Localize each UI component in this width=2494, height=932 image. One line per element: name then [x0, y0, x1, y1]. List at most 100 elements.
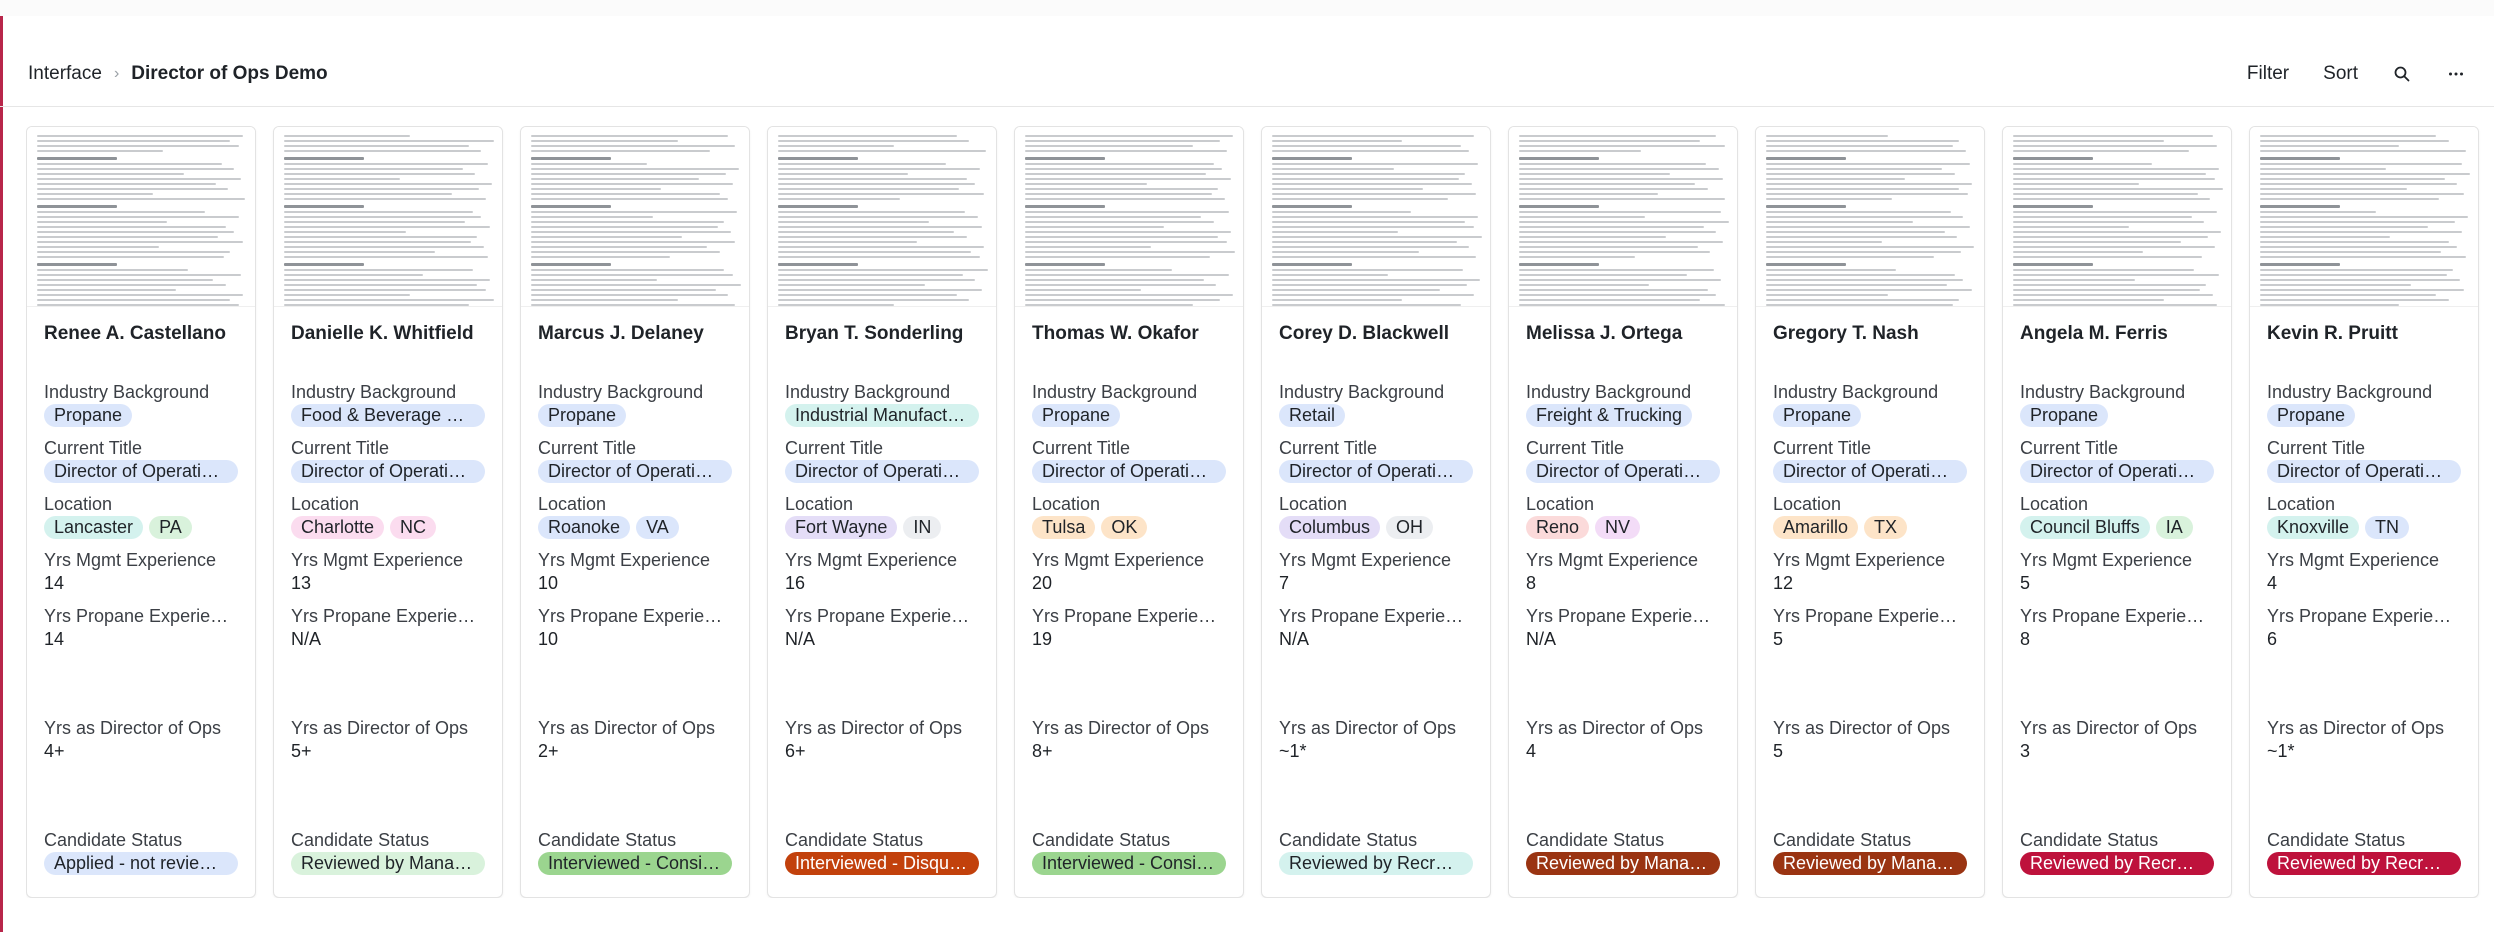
candidate-card[interactable]: Gregory T. Nash Industry Background Prop… [1755, 126, 1985, 898]
resume-text-line [2013, 193, 2198, 195]
resume-text-line [2013, 226, 2129, 228]
resume-text-line [1766, 263, 1846, 266]
field-label-title: Current Title [2020, 438, 2119, 458]
state-chip: IN [903, 516, 942, 539]
resume-text-line [1519, 246, 1698, 248]
resume-text-line [1766, 183, 1972, 185]
propane-value: N/A [1526, 629, 1557, 649]
sort-button[interactable]: Sort [2323, 63, 2358, 85]
field-label-location: Location [1032, 494, 1101, 514]
candidate-name: Thomas W. Okafor [1032, 323, 1199, 344]
resume-text-line [2260, 241, 2449, 243]
resume-text-line [2013, 183, 2139, 185]
field-director: Yrs as Director of Ops 2+ [538, 717, 732, 763]
resume-text-line [1766, 157, 1846, 160]
field-label-status: Candidate Status [785, 830, 924, 850]
resume-text-line [1025, 304, 1193, 306]
candidate-card[interactable]: Renee A. Castellano Industry Background … [26, 126, 256, 898]
candidate-gallery: Renee A. Castellano Industry Background … [26, 126, 2494, 898]
field-label-propane: Yrs Propane Experience [291, 606, 485, 626]
resume-text-line [1766, 173, 1955, 175]
resume-text-line [284, 284, 478, 286]
resume-text-line [1766, 150, 1966, 152]
title-chip: Director of Operations [538, 460, 732, 483]
resume-text-line [531, 274, 733, 276]
resume-text-line [284, 226, 490, 228]
status-chip: Interviewed - Disqualified [785, 852, 979, 875]
resume-text-line [37, 135, 243, 137]
breadcrumb-root[interactable]: Interface [28, 63, 102, 85]
field-status: Candidate Status Interviewed - Consider [1032, 829, 1226, 876]
resume-text-line [778, 256, 980, 258]
candidate-name: Danielle K. Whitfield [291, 323, 474, 344]
resume-text-line [284, 256, 488, 258]
director-value: 4+ [44, 741, 65, 761]
resume-text-line [531, 157, 611, 160]
resume-text-line [2260, 294, 2437, 296]
candidate-card[interactable]: Kevin R. Pruitt Industry Background Prop… [2249, 126, 2479, 898]
field-label-industry: Industry Background [1773, 382, 1939, 402]
resume-text-line [778, 221, 930, 223]
resume-text-line [531, 198, 729, 200]
field-industry: Industry Background Industrial Manufactu… [785, 381, 979, 428]
candidate-card[interactable]: Thomas W. Okafor Industry Background Pro… [1014, 126, 1244, 898]
resume-text-line [37, 279, 214, 281]
resume-text-line [1519, 256, 1635, 258]
field-label-status: Candidate Status [1773, 830, 1912, 850]
resume-text-line [531, 188, 662, 190]
resume-text-line [2013, 188, 2223, 190]
field-label-propane: Yrs Propane Experience [1279, 606, 1473, 626]
resume-text-line [284, 205, 364, 208]
candidate-card[interactable]: Marcus J. Delaney Industry Background Pr… [520, 126, 750, 898]
resume-text-line [37, 294, 243, 296]
filter-button[interactable]: Filter [2247, 63, 2289, 85]
header-bar: Interface › Director of Ops Demo Filter … [0, 44, 2494, 104]
resume-text-line [1272, 299, 1403, 301]
resume-text-line [1272, 178, 1459, 180]
mgmt-value: 13 [291, 573, 312, 593]
field-label-director: Yrs as Director of Ops [1279, 718, 1457, 738]
resume-text-line [778, 198, 900, 200]
resume-text-line [1025, 294, 1233, 296]
resume-text-line [1766, 205, 1846, 208]
field-director: Yrs as Director of Ops 8+ [1032, 717, 1226, 763]
field-label-status: Candidate Status [44, 830, 183, 850]
resume-text-line [778, 163, 946, 165]
resume-text-line [2260, 269, 2454, 271]
field-title: Current Title Director of Operations [2020, 437, 2214, 484]
resume-text-line [1272, 188, 1424, 190]
candidate-card[interactable]: Danielle K. Whitfield Industry Backgroun… [273, 126, 503, 898]
field-industry: Industry Background Propane [1032, 381, 1226, 428]
resume-text-line [1766, 304, 1953, 306]
resume-text-line [1025, 183, 1147, 185]
resume-text-line [1519, 163, 1706, 165]
field-location: Location Fort Wayne IN [785, 493, 979, 540]
resume-text-line [531, 241, 735, 243]
more-icon[interactable] [2446, 64, 2466, 84]
candidate-card[interactable]: Melissa J. Ortega Industry Background Fr… [1508, 126, 1738, 898]
resume-text-line [778, 246, 984, 248]
resume-text-line [1519, 289, 1708, 291]
breadcrumb: Interface › Director of Ops Demo [28, 63, 328, 85]
resume-text-line [1272, 163, 1478, 165]
title-chip: Director of Operations [2267, 460, 2461, 483]
resume-text-line [531, 256, 670, 258]
resume-text-line [1025, 246, 1151, 248]
resume-text-line [37, 221, 168, 223]
search-icon[interactable] [2392, 64, 2412, 84]
resume-text-line [1766, 221, 1913, 223]
candidate-name: Gregory T. Nash [1773, 323, 1919, 344]
resume-text-line [284, 140, 494, 142]
candidate-card[interactable]: Bryan T. Sonderling Industry Background … [767, 126, 997, 898]
field-label-title: Current Title [785, 438, 884, 458]
resume-text-line [531, 263, 611, 266]
resume-text-line [778, 173, 909, 175]
resume-text-line [778, 236, 967, 238]
candidate-card[interactable]: Corey D. Blackwell Industry Background R… [1261, 126, 1491, 898]
field-propane: Yrs Propane Experience N/A [291, 605, 485, 651]
candidate-card[interactable]: Angela M. Ferris Industry Background Pro… [2002, 126, 2232, 898]
resume-text-line [37, 269, 189, 271]
field-title: Current Title Director of Operations [538, 437, 732, 484]
field-label-location: Location [1279, 494, 1348, 514]
resume-preview-thumbnail [768, 127, 996, 307]
